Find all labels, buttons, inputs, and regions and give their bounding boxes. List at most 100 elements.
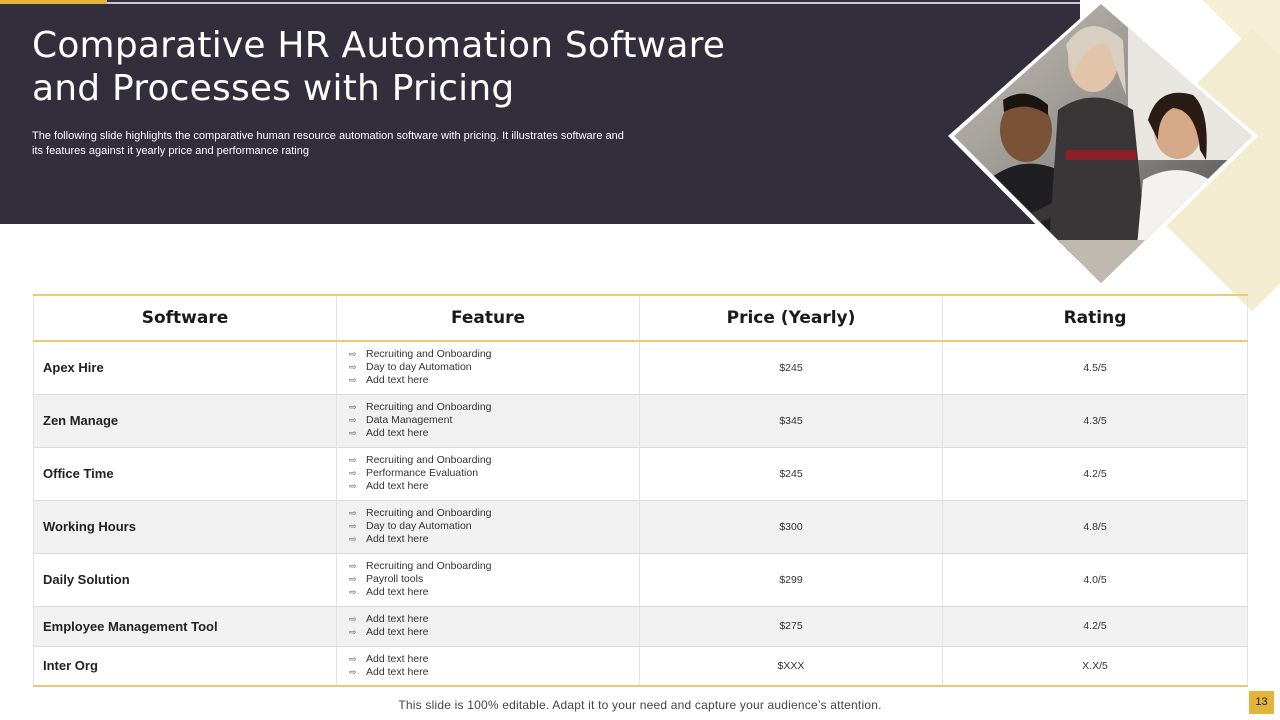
feature-text: Add text here [366, 480, 429, 492]
feature-text: Data Management [366, 414, 453, 426]
feature-item: ⇨ Add text here [349, 613, 639, 626]
feature-item: ⇨ Add text here [349, 374, 639, 387]
feature-item: ⇨ Recruiting and Onboarding [349, 507, 639, 520]
feature-list: ⇨ Recruiting and Onboarding ⇨ Payroll tool… [336, 553, 640, 607]
slide-title: Comparative HR Automation Software and P… [32, 25, 726, 109]
feature-text: Add text here [366, 427, 429, 439]
arrow-right-icon: ⇨ [349, 561, 357, 571]
feature-item: ⇨ Recruiting and Onboarding [349, 401, 639, 414]
feature-item: ⇨ Recruiting and Onboarding [349, 560, 639, 573]
software-name: Office Time [33, 447, 337, 501]
arrow-right-icon: ⇨ [349, 574, 357, 584]
feature-item: ⇨ Performance Evaluation [349, 467, 639, 480]
feature-text: Recruiting and Onboarding [366, 348, 492, 361]
feature-item: ⇨ Data Management [349, 414, 639, 427]
feature-list: ⇨ Add text here ⇨ Add text here [336, 606, 640, 647]
rating-cell: 4.3/5 [942, 394, 1248, 448]
top-accent-bar [0, 0, 107, 4]
feature-list: ⇨ Recruiting and Onboarding ⇨ Day to day A… [336, 341, 640, 395]
arrow-right-icon: ⇨ [349, 428, 357, 438]
feature-text: Day to day Automation [366, 361, 472, 374]
rating-cell: 4.5/5 [942, 341, 1248, 395]
table-row: Zen Manage ⇨ Recruiting and Onboarding ⇨ D… [33, 394, 1248, 448]
header-rating: Rating [942, 294, 1248, 342]
arrow-right-icon: ⇨ [349, 415, 357, 425]
feature-text: Add text here [366, 533, 429, 545]
rating-cell: 4.2/5 [942, 606, 1248, 647]
feature-item: ⇨ Add text here [349, 480, 639, 493]
header-feature: Feature [336, 294, 640, 342]
rating-cell: 4.0/5 [942, 553, 1248, 607]
table-header-row: Software Feature Price (Yearly) Rating [33, 294, 1248, 342]
feature-list: ⇨ Recruiting and Onboarding ⇨ Performance … [336, 447, 640, 501]
table-row: Inter Org ⇨ Add text here ⇨ Add text here … [33, 646, 1248, 687]
feature-text: Performance Evaluation [366, 467, 479, 479]
software-name: Employee Management Tool [33, 606, 337, 647]
feature-item: ⇨ Add text here [349, 586, 639, 599]
feature-item: ⇨ Day to day Automation [349, 361, 639, 374]
arrow-right-icon: ⇨ [349, 534, 357, 544]
feature-list: ⇨ Recruiting and Onboarding ⇨ Day to day A… [336, 500, 640, 554]
arrow-right-icon: ⇨ [349, 362, 357, 373]
feature-item: ⇨ Payroll tools [349, 573, 639, 586]
arrow-right-icon: ⇨ [349, 468, 357, 478]
feature-text: Recruiting and Onboarding [366, 401, 492, 413]
slide-subtitle: The following slide highlights the compa… [32, 130, 624, 157]
page-number: 13 [1249, 691, 1274, 714]
software-name: Apex Hire [33, 341, 337, 395]
feature-item: ⇨ Day to day Automation [349, 520, 639, 533]
arrow-right-icon: ⇨ [349, 455, 357, 465]
table-row: Employee Management Tool ⇨ Add text here … [33, 606, 1248, 647]
software-name: Inter Org [33, 646, 337, 687]
arrow-right-icon: ⇨ [349, 614, 357, 624]
arrow-right-icon: ⇨ [349, 627, 357, 637]
rating-cell: 4.8/5 [942, 500, 1248, 554]
arrow-right-icon: ⇨ [349, 521, 357, 531]
arrow-right-icon: ⇨ [349, 349, 357, 360]
price-cell: $299 [639, 553, 943, 607]
price-cell: $245 [639, 341, 943, 395]
rating-cell: 4.2/5 [942, 447, 1248, 501]
feature-text: Add text here [366, 374, 429, 387]
feature-item: ⇨ Add text here [349, 626, 639, 639]
feature-text: Recruiting and Onboarding [366, 560, 492, 572]
feature-text: Add text here [366, 586, 429, 598]
arrow-right-icon: ⇨ [349, 481, 357, 491]
feature-item: ⇨ Add text here [349, 427, 639, 440]
feature-text: Add text here [366, 613, 429, 625]
feature-item: ⇨ Add text here [349, 653, 639, 666]
software-name: Working Hours [33, 500, 337, 554]
team-photo [948, 0, 1258, 290]
feature-item: ⇨ Add text here [349, 666, 639, 679]
feature-item: ⇨ Add text here [349, 533, 639, 546]
feature-list: ⇨ Add text here ⇨ Add text here [336, 646, 640, 687]
feature-text: Add text here [366, 665, 429, 678]
feature-text: Day to day Automation [366, 520, 472, 532]
rating-cell: X.X/5 [942, 646, 1248, 687]
arrow-right-icon: ⇨ [349, 653, 357, 664]
table-row: Apex Hire ⇨ Recruiting and Onboarding ⇨ Da… [33, 341, 1248, 395]
feature-item: ⇨ Recruiting and Onboarding [349, 348, 639, 361]
software-name: Daily Solution [33, 553, 337, 607]
footer-note: This slide is 100% editable. Adapt it to… [398, 698, 882, 712]
price-cell: $345 [639, 394, 943, 448]
price-cell: $245 [639, 447, 943, 501]
feature-item: ⇨ Recruiting and Onboarding [349, 454, 639, 467]
feature-text: Add text here [366, 652, 429, 665]
price-cell: $275 [639, 606, 943, 647]
feature-text: Recruiting and Onboarding [366, 507, 492, 519]
arrow-right-icon: ⇨ [349, 402, 357, 412]
arrow-right-icon: ⇨ [349, 587, 357, 597]
arrow-right-icon: ⇨ [349, 508, 357, 518]
comparison-table: Software Feature Price (Yearly) Rating A… [33, 294, 1248, 687]
feature-text: Recruiting and Onboarding [366, 454, 492, 466]
price-cell: $300 [639, 500, 943, 554]
arrow-right-icon: ⇨ [349, 375, 357, 386]
feature-text: Add text here [366, 626, 429, 638]
arrow-right-icon: ⇨ [349, 666, 357, 677]
price-cell: $XXX [639, 646, 943, 687]
feature-text: Payroll tools [366, 573, 424, 585]
software-name: Zen Manage [33, 394, 337, 448]
header-price: Price (Yearly) [639, 294, 943, 342]
table-row: Working Hours ⇨ Recruiting and Onboarding… [33, 500, 1248, 554]
